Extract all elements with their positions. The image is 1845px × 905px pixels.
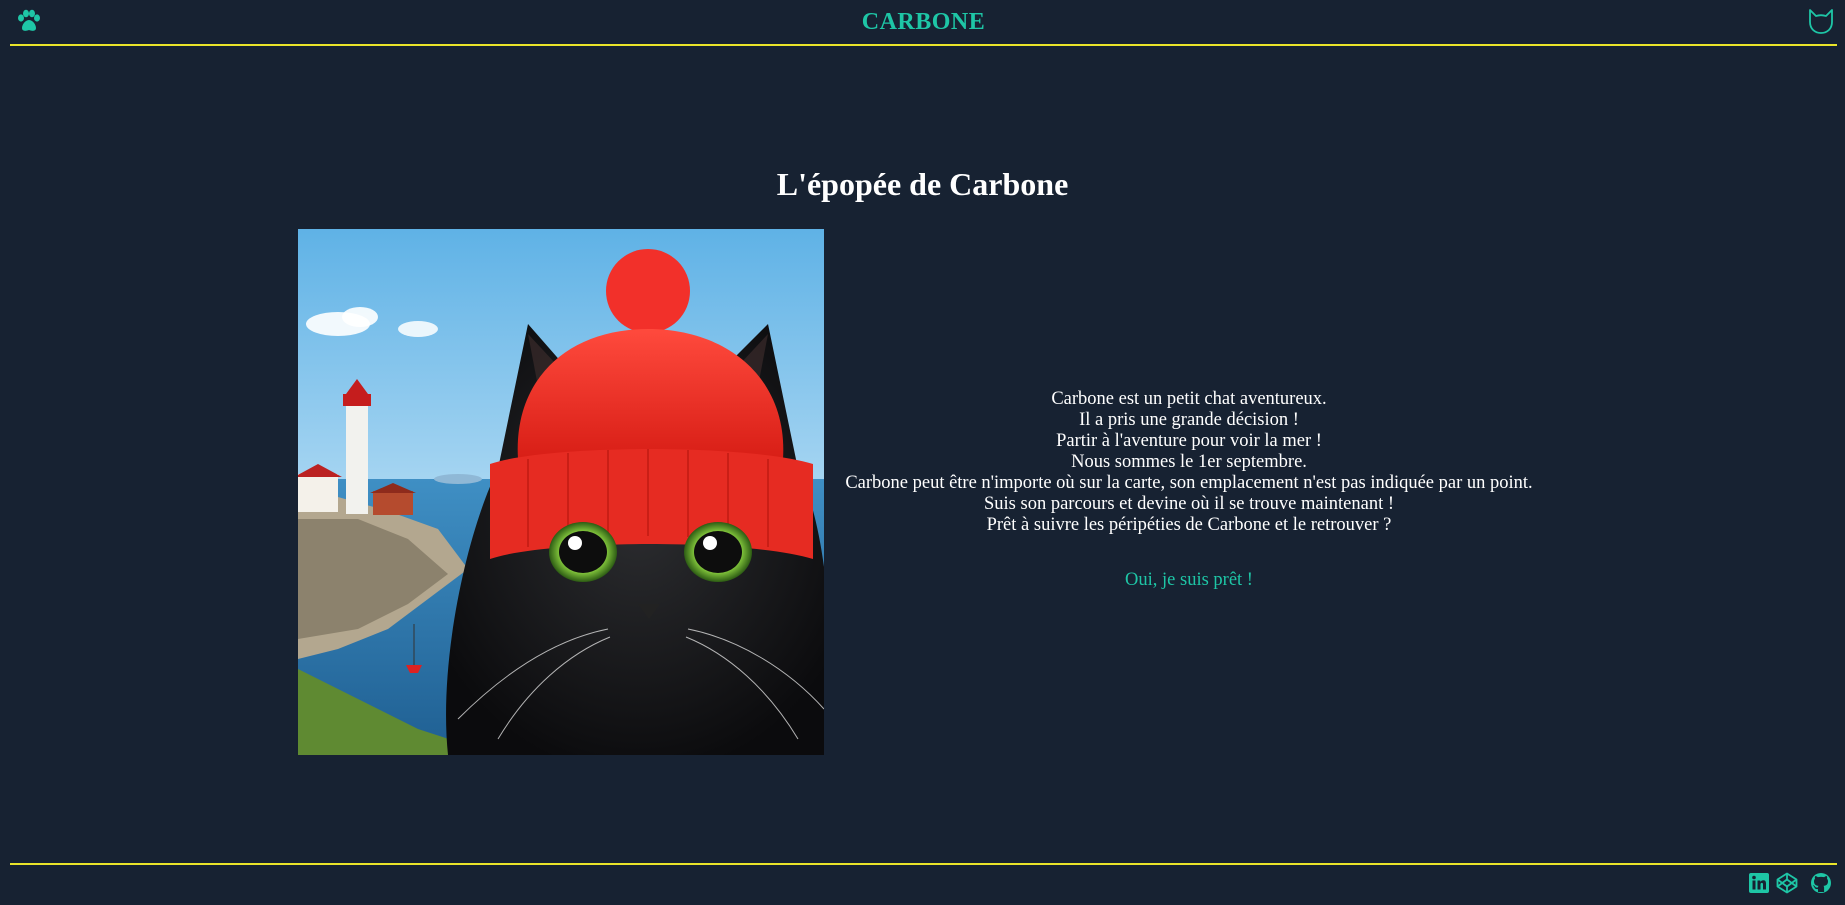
ready-button[interactable]: Oui, je suis prêt ! (826, 570, 1552, 591)
brand-title[interactable]: CARBONE (10, 9, 1837, 36)
story-line: Carbone peut être n'importe où sur la ca… (845, 473, 1533, 493)
footer-divider (10, 863, 1837, 865)
carbone-cat-image (298, 229, 824, 755)
top-bar: CARBONE (10, 0, 1837, 46)
linkedin-icon[interactable] (1748, 872, 1770, 894)
story-text: Carbone est un petit chat aventureux. Il… (826, 389, 1552, 536)
story-line: Il a pris une grande décision ! (1079, 410, 1299, 430)
codepen-icon[interactable] (1776, 872, 1798, 894)
story-line: Suis son parcours et devine où il se tro… (984, 494, 1394, 514)
story-line: Nous sommes le 1er septembre. (1071, 452, 1307, 472)
story-line: Partir à l'aventure pour voir la mer ! (1056, 431, 1322, 451)
github-icon[interactable] (1810, 872, 1832, 894)
story-line: Prêt à suivre les péripéties de Carbone … (986, 515, 1392, 535)
cat-head-icon[interactable] (1807, 8, 1835, 35)
story-line: Carbone est un petit chat aventureux. (1051, 389, 1327, 409)
page-title: L'épopée de Carbone (776, 166, 1069, 202)
